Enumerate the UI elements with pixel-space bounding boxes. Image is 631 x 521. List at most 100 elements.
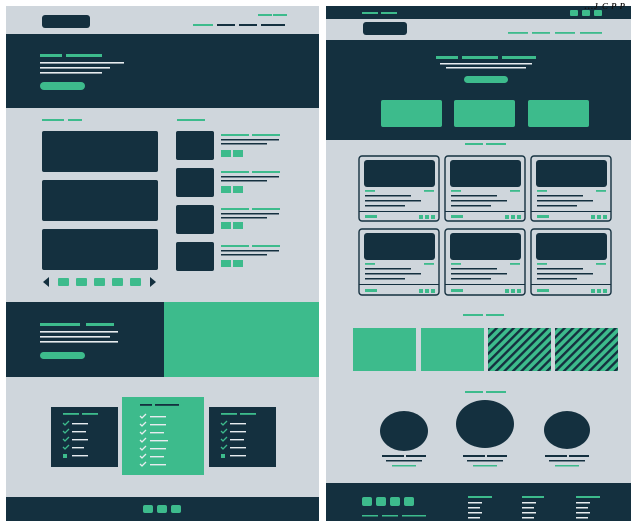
card-action-button[interactable] <box>419 215 423 219</box>
team-heading <box>465 391 483 393</box>
pager-dot[interactable] <box>58 278 69 286</box>
footer-button[interactable] <box>157 505 167 513</box>
footer-button[interactable] <box>171 505 181 513</box>
product-card[interactable] <box>530 228 612 296</box>
left-landing-page-mockup <box>6 6 319 521</box>
left-hero-cta-button[interactable] <box>40 82 85 90</box>
product-image <box>536 233 607 260</box>
left-hero-section <box>6 34 319 108</box>
right-footer <box>326 483 631 521</box>
avatar <box>456 400 514 448</box>
card-action-button[interactable] <box>597 215 601 219</box>
card-action-button[interactable] <box>419 289 423 293</box>
card-action-button[interactable] <box>597 289 601 293</box>
feature-heading <box>40 323 80 326</box>
hero-feature-card[interactable] <box>528 100 589 127</box>
product-image <box>364 233 435 260</box>
product-card[interactable] <box>358 155 440 222</box>
card-action-button[interactable] <box>517 215 521 219</box>
swatch-striped[interactable] <box>488 328 551 371</box>
side-item-tag <box>233 260 243 267</box>
product-image <box>364 160 435 187</box>
right-landing-page-mockup <box>326 6 631 521</box>
footer-button[interactable] <box>404 497 414 506</box>
right-nav-link <box>532 32 550 34</box>
footer-button[interactable] <box>376 497 386 506</box>
gallery-image[interactable] <box>42 229 158 270</box>
side-item-thumbnail <box>176 242 214 271</box>
right-nav-link <box>555 32 575 34</box>
card-action-button[interactable] <box>511 215 515 219</box>
cropped-corner-text: ...ᴊ ᴄ ᴘ ᴘ <box>584 0 625 12</box>
card-action-button[interactable] <box>591 289 595 293</box>
product-card[interactable] <box>444 155 526 222</box>
side-item-thumbnail <box>176 168 214 197</box>
card-action-button[interactable] <box>505 289 509 293</box>
card-action-button[interactable] <box>603 289 607 293</box>
side-item-tag <box>221 186 231 193</box>
card-action-button[interactable] <box>425 215 429 219</box>
avatar <box>544 411 590 449</box>
gallery-image[interactable] <box>42 131 158 172</box>
team-member[interactable] <box>456 400 514 467</box>
gallery-image[interactable] <box>42 180 158 221</box>
top-strip-button[interactable] <box>570 10 578 16</box>
product-card[interactable] <box>530 155 612 222</box>
left-list-heading <box>177 119 205 121</box>
side-item-tag <box>233 150 243 157</box>
footer-button[interactable] <box>143 505 153 513</box>
right-hero-cta-button[interactable] <box>464 76 508 83</box>
card-action-button[interactable] <box>431 215 435 219</box>
card-action-button[interactable] <box>425 289 429 293</box>
right-hero-section <box>326 40 631 140</box>
feature-cta-button[interactable] <box>40 352 85 359</box>
swatch-solid[interactable] <box>421 328 484 371</box>
swatch-striped[interactable] <box>555 328 618 371</box>
card-action-button[interactable] <box>431 289 435 293</box>
pager-dot[interactable] <box>94 278 105 286</box>
hero-feature-card[interactable] <box>454 100 515 127</box>
left-carousel-pager <box>43 277 156 287</box>
product-image <box>450 233 521 260</box>
pager-dot[interactable] <box>112 278 123 286</box>
bullet-icon <box>63 454 67 458</box>
right-nav-link <box>508 32 528 34</box>
side-item-thumbnail <box>176 205 214 234</box>
wireframe-illustration <box>6 6 631 521</box>
products-heading <box>465 143 483 145</box>
swatches-heading <box>463 314 483 316</box>
pricing-column[interactable] <box>51 407 118 467</box>
avatar <box>380 411 428 451</box>
footer-button[interactable] <box>390 497 400 506</box>
bullet-icon <box>221 454 225 458</box>
hero-feature-card[interactable] <box>381 100 442 127</box>
wireframe-canvas: ...ᴊ ᴄ ᴘ ᴘ <box>0 0 631 521</box>
product-image <box>536 160 607 187</box>
left-logo <box>42 15 90 28</box>
pricing-column-featured[interactable] <box>122 397 204 475</box>
footer-button[interactable] <box>362 497 372 506</box>
card-action-button[interactable] <box>603 215 607 219</box>
card-action-button[interactable] <box>511 289 515 293</box>
right-hero-heading <box>436 56 458 59</box>
right-hero-text <box>440 63 532 65</box>
right-logo <box>363 22 407 35</box>
pager-dot[interactable] <box>76 278 87 286</box>
pricing-column[interactable] <box>209 407 276 467</box>
swatch-solid[interactable] <box>353 328 416 371</box>
pager-dot[interactable] <box>130 278 141 286</box>
product-card[interactable] <box>444 228 526 296</box>
left-hero-heading <box>40 54 62 57</box>
left-feature-image <box>164 302 319 377</box>
card-action-button[interactable] <box>505 215 509 219</box>
side-item-tag <box>221 260 231 267</box>
side-item-thumbnail <box>176 131 214 160</box>
side-item-tag <box>233 186 243 193</box>
left-nav-link-active <box>193 24 213 26</box>
card-action-button[interactable] <box>517 289 521 293</box>
left-gallery <box>42 131 158 270</box>
card-action-button[interactable] <box>591 215 595 219</box>
product-image <box>450 160 521 187</box>
left-hero-text <box>40 62 124 64</box>
product-card[interactable] <box>358 228 440 296</box>
